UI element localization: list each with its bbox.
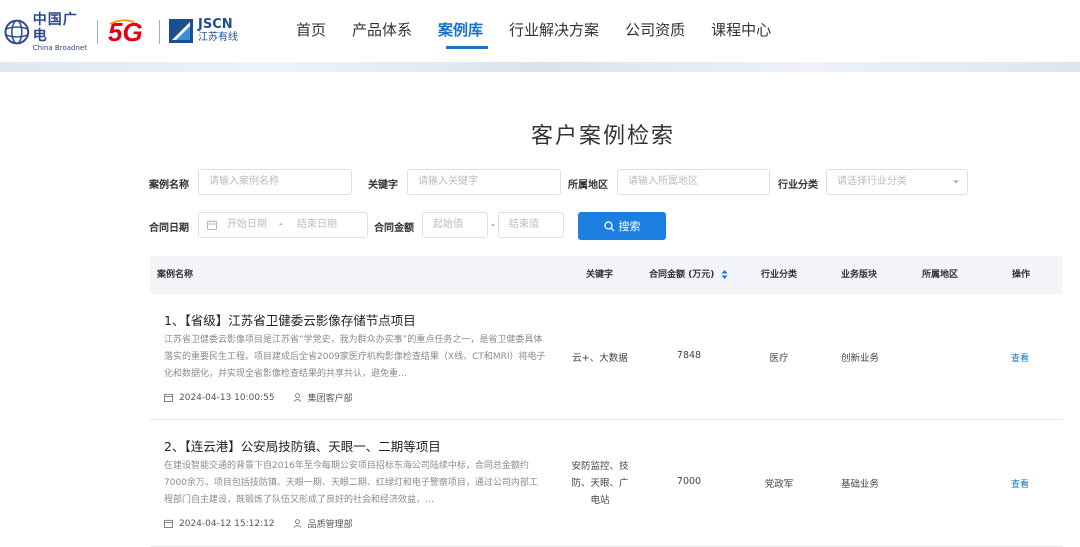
amount-min-input[interactable]: 起始值 (422, 212, 488, 238)
amount-separator: - (491, 218, 495, 231)
logo-cbn-chinese: 中国广电 (32, 11, 78, 44)
keyword-label: 关键字 (368, 180, 398, 191)
th-industry: 行业分类 (761, 270, 798, 280)
industry-select[interactable]: 请选择行业分类 (826, 169, 968, 195)
case-title[interactable]: 1、【省级】江苏省卫健委云影像存储节点项目 (164, 310, 416, 329)
active-nav-indicator (446, 46, 488, 49)
case-keyword: 安防监控、技防、天眼、广电站 (571, 461, 629, 506)
th-case-name: 案例名称 (157, 270, 194, 280)
case-date: 2024-04-12 15:12:12 (179, 518, 275, 529)
page-title: 客户案例检索 (530, 124, 675, 149)
end-date-input[interactable]: 结束日期 (297, 213, 337, 237)
date-separator: - (279, 219, 283, 230)
logo-jscn-english: JSCN (198, 17, 233, 32)
th-region: 所属地区 (922, 270, 959, 280)
case-name-input[interactable]: 请输入案例名称 (198, 169, 352, 195)
table-header: 案例名称 关键字 合同金额 (万元) 行业分类 业务版块 所属地区 操作 (150, 256, 1062, 294)
amount-max-input[interactable]: 结束值 (498, 212, 564, 238)
case-business: 创新业务 (840, 353, 879, 364)
case-description: 在建设智能交通的背景下自2016年至今每期公安项目招标东海公司陆续中标，合同总金… (164, 461, 538, 505)
th-action: 操作 (1012, 270, 1031, 280)
china-broadnet-logo[interactable]: 中国广电 China Broadnet (4, 12, 92, 52)
region-input[interactable]: 请输入所属地区 (617, 169, 770, 195)
nav-case-library[interactable]: 案例库 (438, 18, 483, 42)
nav-home[interactable]: 首页 (296, 18, 326, 42)
nav-qualifications[interactable]: 公司资质 (625, 18, 685, 42)
case-keyword: 云+、大数据 (572, 353, 628, 364)
jscn-logo[interactable]: JSCN 江苏有线 (168, 16, 248, 46)
case-meta: 2024-04-13 10:00:55 集团客户部 (164, 391, 353, 404)
nav-products[interactable]: 产品体系 (352, 18, 412, 42)
calendar-icon (207, 220, 217, 230)
industry-select-placeholder: 请选择行业分类 (837, 176, 907, 187)
th-business: 业务版块 (841, 270, 878, 280)
calendar-icon (164, 393, 173, 402)
contract-date-range[interactable]: 开始日期 - 结束日期 (198, 212, 368, 238)
logo-cbn-english: China Broadnet (32, 43, 87, 52)
case-department: 品质管理部 (307, 520, 353, 530)
search-icon (603, 220, 614, 231)
search-button-label: 搜索 (618, 220, 641, 233)
top-header: 中国广电 China Broadnet 5G JSCN 江苏有线 首页 产品体系… (0, 0, 1080, 66)
case-industry: 党政军 (764, 479, 794, 490)
table-row: 1、【省级】江苏省卫健委云影像存储节点项目 江苏省卫健委云影像项目是江苏省“学党… (150, 294, 1062, 420)
sort-icon[interactable] (721, 270, 728, 279)
case-description: 江苏省卫健委云影像项目是江苏省“学党史，我为群众办实事”的重点任务之一，是省卫健… (164, 335, 546, 379)
case-meta: 2024-04-12 15:12:12 品质管理部 (164, 517, 353, 530)
view-link[interactable]: 查看 (1011, 477, 1029, 490)
calendar-icon (164, 519, 173, 528)
case-amount: 7000 (676, 476, 702, 487)
start-date-input[interactable]: 开始日期 (227, 213, 267, 237)
industry-label: 行业分类 (778, 180, 818, 191)
chevron-down-icon (953, 180, 959, 184)
contract-date-label: 合同日期 (149, 223, 189, 234)
globe-logo-icon (4, 19, 30, 45)
logo-jscn-chinese: 江苏有线 (198, 32, 238, 43)
case-business: 基础业务 (840, 479, 879, 490)
case-amount: 7848 (676, 350, 702, 361)
5g-logo: 5G (108, 17, 143, 46)
view-link[interactable]: 查看 (1011, 351, 1029, 364)
th-amount[interactable]: 合同金额 (万元) (649, 256, 728, 294)
contract-amount-label: 合同金额 (374, 223, 414, 234)
table-row: 2、【连云港】公安局技防镇、天眼一、二期等项目 在建设智能交通的背景下自2016… (150, 420, 1062, 547)
case-industry: 医疗 (769, 353, 789, 364)
nav-industry-solutions[interactable]: 行业解决方案 (509, 18, 599, 42)
th-keyword: 关键字 (586, 270, 614, 280)
header-banner-strip (0, 62, 1080, 72)
search-button[interactable]: 搜索 (578, 212, 666, 240)
case-name-label: 案例名称 (149, 180, 189, 191)
user-icon (293, 519, 302, 528)
logo-divider (97, 20, 98, 44)
region-label: 所属地区 (568, 180, 608, 191)
user-icon (293, 393, 302, 402)
main-nav: 首页 产品体系 案例库 行业解决方案 公司资质 课程中心 (296, 18, 797, 42)
jscn-mark-icon (169, 19, 193, 43)
logo-divider (159, 20, 160, 44)
keyword-input[interactable]: 请输入关键字 (407, 169, 561, 195)
th-amount-label: 合同金额 (万元) (649, 270, 715, 280)
case-department: 集团客户部 (307, 394, 353, 404)
case-date: 2024-04-13 10:00:55 (179, 392, 275, 403)
case-title[interactable]: 2、【连云港】公安局技防镇、天眼一、二期等项目 (164, 436, 441, 455)
nav-course-center[interactable]: 课程中心 (711, 18, 771, 42)
